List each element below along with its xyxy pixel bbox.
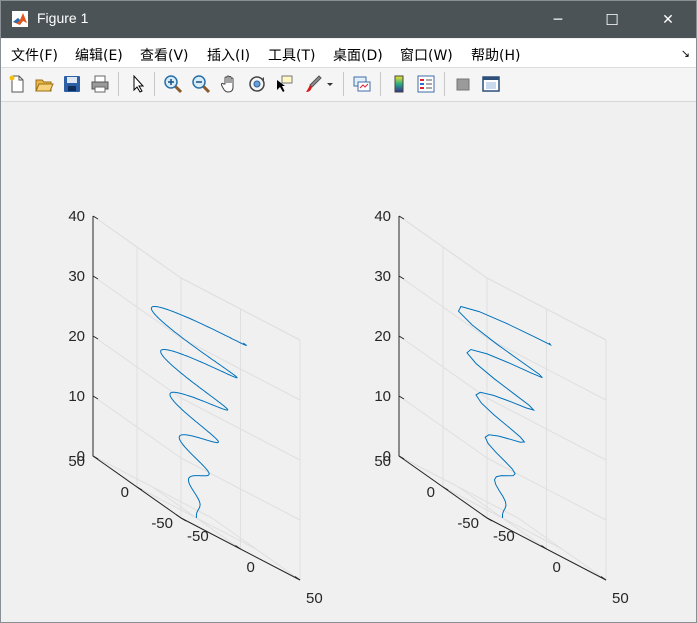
legend-icon[interactable] xyxy=(416,74,436,94)
brush-icon[interactable] xyxy=(303,74,323,94)
select-arrow-icon[interactable] xyxy=(128,74,148,94)
rotate-3d-icon[interactable] xyxy=(247,74,267,94)
z-tick-label: 40 xyxy=(68,208,85,225)
colorbar-icon[interactable] xyxy=(389,74,409,94)
zoom-out-icon[interactable] xyxy=(191,74,211,94)
y-tick xyxy=(486,517,493,522)
toolbar-separator xyxy=(154,72,155,96)
y-tick xyxy=(180,517,187,522)
menu-item-1[interactable]: 编辑(E) xyxy=(75,45,123,65)
helix-curve-2 xyxy=(457,305,552,518)
x-tick-label: 50 xyxy=(306,590,323,607)
matlab-logo-icon xyxy=(12,11,28,27)
z-tick-label: 20 xyxy=(374,328,391,345)
z-tick-label: 20 xyxy=(68,328,85,345)
axes-1[interactable]: 010203040-50050-50050 xyxy=(68,208,322,607)
x-tick-label: 0 xyxy=(553,559,561,576)
helix-curve-1 xyxy=(150,306,248,518)
close-button[interactable]: ✕ xyxy=(645,1,691,38)
toolbar-separator xyxy=(118,72,119,96)
toolbar-separator xyxy=(380,72,381,96)
z-tick xyxy=(92,335,99,340)
print-icon[interactable] xyxy=(90,74,110,94)
menu-item-3[interactable]: 插入(I) xyxy=(207,45,250,65)
y-tick-label: 50 xyxy=(374,453,391,470)
axes-2[interactable]: 010203040-50050-50050 xyxy=(374,208,628,607)
y-tick xyxy=(136,486,143,491)
pan-hand-icon[interactable] xyxy=(219,74,239,94)
menu-item-2[interactable]: 查看(V) xyxy=(140,45,189,65)
z-tick-label: 40 xyxy=(374,208,391,225)
z-tick xyxy=(92,395,99,400)
menu-bar: ↘ 文件(F) 编辑(E) 查看(V) 插入(I) 工具(T) 桌面(D) 窗口(W) 帮助(… xyxy=(1,39,696,68)
figure-toolbar xyxy=(1,68,696,102)
figure-window: Figure 1 ─ ☐ ✕ ↘ 文件(F) 编辑(E) 查看(V) 插入(I) 工具(… xyxy=(0,0,697,623)
z-tick-label: 30 xyxy=(68,268,85,285)
y-tick-label: -50 xyxy=(457,515,479,532)
y-tick-label: -50 xyxy=(151,515,173,532)
toolbar-separator xyxy=(343,72,344,96)
x-tick-label: 50 xyxy=(612,590,629,607)
x-tick-label: -50 xyxy=(187,528,209,545)
window-title: Figure 1 xyxy=(37,10,89,26)
x-tick-label: -50 xyxy=(493,528,515,545)
z-tick-label: 10 xyxy=(374,388,391,405)
dock-arrow-icon[interactable]: ↘ xyxy=(681,47,690,60)
z-tick xyxy=(92,215,99,220)
title-bar[interactable]: Figure 1 ─ ☐ ✕ xyxy=(1,1,696,38)
brush-dropdown-icon[interactable] xyxy=(325,74,335,94)
show-plot-tools-icon[interactable] xyxy=(481,74,501,94)
y-tick xyxy=(442,486,449,491)
menu-item-6[interactable]: 窗口(W) xyxy=(400,45,453,65)
z-tick xyxy=(398,215,405,220)
z-tick xyxy=(398,395,405,400)
hide-plot-tools-icon[interactable] xyxy=(453,74,473,94)
z-tick-label: 10 xyxy=(68,388,85,405)
data-cursor-icon[interactable] xyxy=(274,74,294,94)
z-tick xyxy=(398,335,405,340)
new-figure-icon[interactable] xyxy=(7,74,27,94)
y-tick-label: 0 xyxy=(121,484,129,501)
x-tick-label: 0 xyxy=(247,559,255,576)
y-tick xyxy=(92,455,99,460)
z-tick xyxy=(398,275,405,280)
x-tick xyxy=(481,514,488,519)
open-file-icon[interactable] xyxy=(34,74,54,94)
toolbar-separator xyxy=(444,72,445,96)
menu-item-7[interactable]: 帮助(H) xyxy=(471,45,520,65)
y-tick-label: 50 xyxy=(68,453,85,470)
save-icon[interactable] xyxy=(62,74,82,94)
minimize-button[interactable]: ─ xyxy=(535,1,581,38)
link-plot-icon[interactable] xyxy=(352,74,372,94)
z-tick xyxy=(92,275,99,280)
x-tick xyxy=(175,514,182,519)
menu-item-0[interactable]: 文件(F) xyxy=(11,45,58,65)
maximize-button[interactable]: ☐ xyxy=(589,1,635,38)
plot-area[interactable]: 010203040-50050-50050010203040-50050-500… xyxy=(1,102,696,622)
menu-item-4[interactable]: 工具(T) xyxy=(268,45,315,65)
z-tick-label: 30 xyxy=(374,268,391,285)
zoom-in-icon[interactable] xyxy=(163,74,183,94)
figure-canvas[interactable]: 0 10 20 30 40 -50 0 50 -50 0 50 0 10 20 30 40 -50 0 50 -50 0… xyxy=(1,102,696,622)
y-tick-label: 0 xyxy=(427,484,435,501)
y-tick xyxy=(398,455,405,460)
menu-item-5[interactable]: 桌面(D) xyxy=(333,45,383,65)
